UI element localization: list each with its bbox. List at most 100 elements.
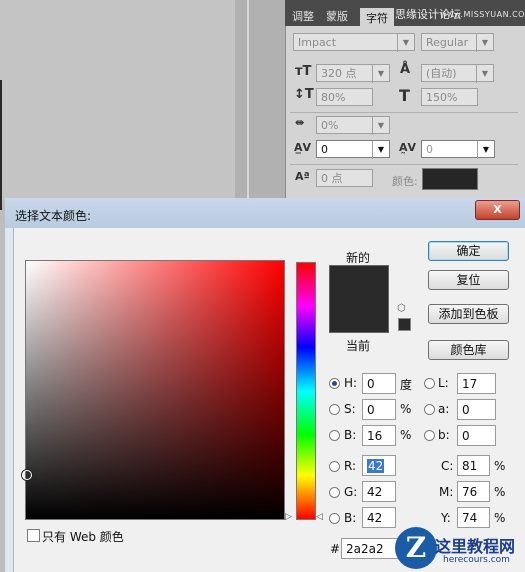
horizontal-scale-value: 150% [426, 91, 458, 104]
baseline-shift-value: 0 点 [321, 172, 343, 185]
current-color-swatch[interactable] [329, 298, 389, 333]
radio-blue[interactable] [329, 513, 340, 524]
add-to-swatches-button[interactable]: 添加到色板 [428, 304, 509, 324]
color-libraries-button[interactable]: 颜色库 [428, 340, 509, 360]
tracking-field[interactable]: 0 ▼ [421, 140, 495, 159]
blue-label: B: [344, 511, 357, 525]
radio-b-lab[interactable] [424, 430, 435, 441]
r-label: R: [344, 459, 357, 473]
baseline-shift-field[interactable]: 0 点 [316, 169, 373, 187]
hex-field[interactable]: 2a2a2 [341, 538, 401, 559]
watermark-url: www.MISSYUAN.COM [440, 10, 525, 19]
color-label: 颜色: [392, 175, 418, 188]
ok-button[interactable]: 确定 [428, 241, 509, 261]
kerning-field[interactable]: 0 ▼ [316, 140, 390, 159]
tracking-value: 0 [426, 143, 433, 156]
r-field[interactable]: 42 [362, 455, 396, 476]
font-family-value: Impact [298, 36, 337, 49]
c-field[interactable]: 81 [457, 455, 490, 476]
c-unit: % [494, 459, 506, 473]
saturation-brightness-field[interactable] [25, 260, 285, 520]
tsume-value: 0% [321, 119, 339, 132]
close-button[interactable]: X [475, 200, 520, 220]
radio-r[interactable] [329, 461, 340, 472]
brightness-unit: % [400, 428, 412, 442]
new-color-swatch [329, 265, 389, 299]
b-lab-label: b: [438, 428, 450, 442]
hex-label: # [330, 542, 341, 556]
chevron-down-icon: ▼ [397, 34, 414, 52]
chevron-down-icon: ▼ [477, 141, 494, 159]
leading-field[interactable]: (自动) ▼ [421, 64, 494, 83]
vertical-scale-field[interactable]: 80% [316, 88, 373, 106]
tsume-field[interactable]: 0% ▼ [316, 116, 390, 135]
brightness-field[interactable]: 16 [362, 425, 396, 446]
horizontal-scale-icon: T [399, 86, 410, 105]
web-safe-swatch[interactable] [398, 318, 411, 331]
h-label: H: [344, 376, 358, 390]
tracking-icon: A̰V [399, 141, 417, 154]
kerning-value: 0 [321, 143, 328, 156]
cube-icon: ⬡ [397, 303, 406, 314]
m-field[interactable]: 76 [457, 481, 490, 502]
font-family-select[interactable]: Impact ▼ [293, 33, 415, 52]
g-field[interactable]: 42 [362, 481, 396, 502]
site-watermark: Z 这里教程网 herecours.com [395, 527, 525, 572]
font-size-icon: ᴛT [295, 64, 312, 79]
workspace-gutter [235, 0, 285, 200]
a-field[interactable]: 0 [457, 399, 496, 420]
chevron-down-icon: ▼ [476, 65, 493, 83]
vertical-scale-value: 80% [321, 91, 346, 104]
font-size-value: 320 点 [321, 67, 357, 80]
s-field[interactable]: 0 [362, 399, 396, 420]
radio-brightness[interactable] [329, 430, 340, 441]
font-style-value: Regular [426, 36, 469, 49]
font-style-select[interactable]: Regular ▼ [421, 33, 494, 52]
current-color-label: 当前 [346, 339, 371, 353]
radio-s[interactable] [329, 404, 340, 415]
text-color-swatch[interactable] [422, 168, 478, 190]
tab-masks[interactable]: 蒙版 [326, 8, 348, 26]
canvas-edge [0, 80, 2, 210]
panel-divider [290, 164, 518, 165]
chevron-down-icon: ▼ [372, 141, 389, 159]
reset-button[interactable]: 复位 [428, 270, 509, 290]
m-label: M: [439, 485, 454, 499]
g-label: G: [344, 485, 358, 499]
s-unit: % [400, 402, 412, 416]
web-only-checkbox[interactable] [27, 529, 40, 542]
new-color-label: 新的 [346, 251, 371, 265]
chevron-down-icon: ▼ [372, 117, 389, 135]
canvas-area [0, 0, 235, 200]
leading-value: (自动) [426, 67, 457, 80]
panel-divider [290, 112, 518, 113]
radio-g[interactable] [329, 487, 340, 498]
c-label: C: [441, 459, 454, 473]
r-value: 42 [367, 459, 385, 473]
slider-left-arrow-icon[interactable]: ▷ [285, 512, 292, 522]
radio-h[interactable] [329, 378, 340, 389]
b-lab-field[interactable]: 0 [457, 425, 496, 446]
color-picker-marker[interactable] [22, 470, 32, 480]
radio-l[interactable] [424, 378, 435, 389]
l-field[interactable]: 17 [457, 373, 496, 394]
site-logo-icon: Z [395, 527, 437, 569]
tab-character[interactable]: 字符 [360, 8, 394, 28]
leading-icon: Å [400, 62, 411, 77]
radio-a[interactable] [424, 404, 435, 415]
h-field[interactable]: 0 [362, 373, 396, 394]
horizontal-scale-field[interactable]: 150% [421, 88, 478, 106]
blue-field[interactable]: 42 [362, 507, 396, 528]
tsume-icon: ⇼ [295, 116, 305, 129]
a-label: a: [438, 402, 450, 416]
font-size-field[interactable]: 320 点 ▼ [316, 64, 390, 83]
l-label: L: [438, 376, 449, 390]
tab-adjustments[interactable]: 调整 [292, 8, 314, 26]
y-unit: % [494, 511, 506, 525]
hue-slider[interactable] [296, 262, 316, 520]
web-only-label: 只有 Web 颜色 [42, 530, 124, 544]
y-field[interactable]: 74 [457, 507, 490, 528]
slider-right-arrow-icon[interactable]: ◁ [316, 512, 323, 522]
y-label: Y: [441, 511, 451, 525]
vertical-scale-icon: ↕T [294, 87, 314, 102]
